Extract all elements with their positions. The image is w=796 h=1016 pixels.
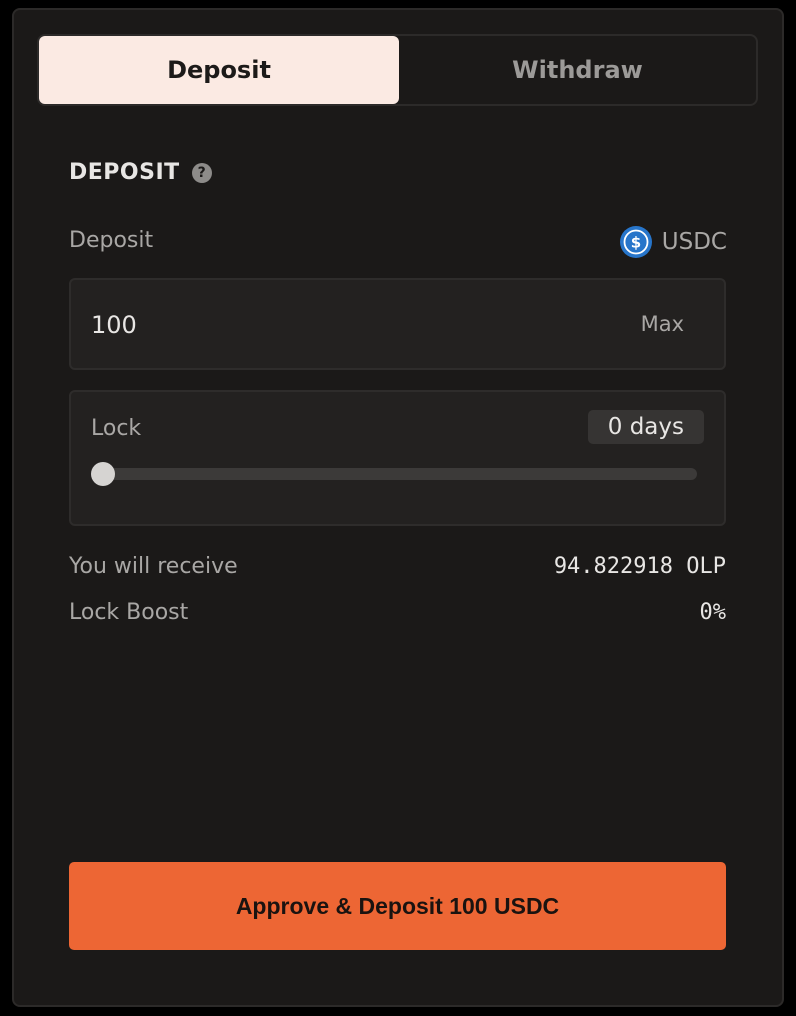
tab-withdraw[interactable]: Withdraw <box>399 36 756 104</box>
usdc-coin-icon: $ <box>619 226 652 258</box>
token-indicator: $ USDC <box>619 226 727 258</box>
lock-boost-value: 0% <box>699 600 727 625</box>
lock-boost-row: Lock Boost 0% <box>69 600 726 625</box>
lock-panel: Lock 0 days <box>69 390 726 526</box>
lock-boost-label: Lock Boost <box>69 600 189 625</box>
receive-label: You will receive <box>69 554 238 579</box>
token-symbol: USDC <box>661 229 727 255</box>
section-heading: DEPOSIT ? <box>69 160 212 185</box>
tab-bar: Deposit Withdraw <box>37 34 758 106</box>
deposit-amount-input[interactable] <box>91 300 571 350</box>
lock-slider-thumb[interactable] <box>91 462 115 486</box>
lock-slider-track[interactable] <box>91 462 697 486</box>
receive-value: 94.822918 OLP <box>553 554 726 579</box>
lock-days-badge: 0 days <box>587 410 704 444</box>
deposit-label: Deposit <box>69 228 154 253</box>
max-button[interactable]: Max <box>641 312 684 336</box>
lock-label: Lock <box>91 416 142 441</box>
tab-deposit[interactable]: Deposit <box>39 36 399 104</box>
section-title: DEPOSIT <box>69 160 180 185</box>
approve-deposit-button[interactable]: Approve & Deposit 100 USDC <box>69 862 726 950</box>
svg-text:$: $ <box>631 234 641 252</box>
deposit-amount-field: Max <box>69 278 726 370</box>
receive-row: You will receive 94.822918 OLP <box>69 554 726 579</box>
question-circle-icon[interactable]: ? <box>191 162 212 183</box>
